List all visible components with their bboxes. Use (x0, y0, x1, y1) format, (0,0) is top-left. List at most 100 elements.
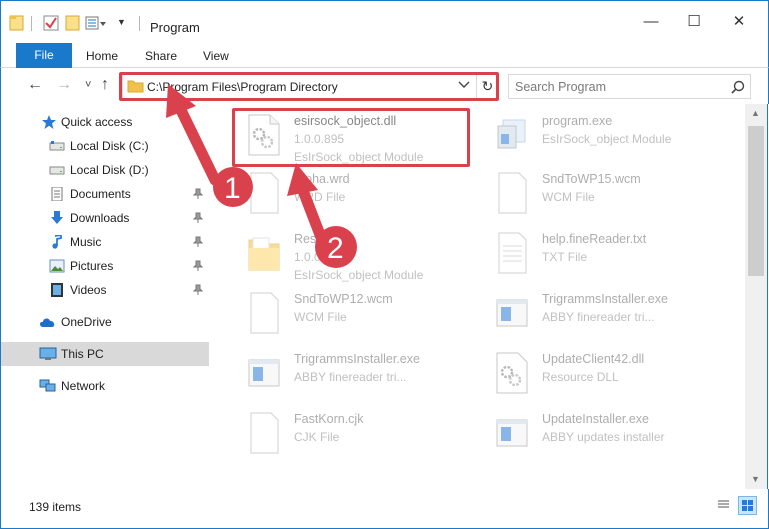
file-name: TrigrammsInstaller.exe (294, 352, 420, 366)
quick-access-separator (31, 16, 32, 31)
file-item-trigrammsinstaller-exe-2[interactable]: TrigrammsInstaller.exe ABBY finereader t… (227, 348, 477, 400)
maximize-button[interactable]: ☐ (684, 14, 704, 31)
file-item-sndtowp15-wcm[interactable]: SndToWP15.wcm WCM File (475, 168, 725, 220)
folder-icon[interactable] (9, 15, 25, 31)
file-description: Resource DLL (542, 370, 619, 384)
sidebar-item-videos[interactable]: Videos (1, 278, 209, 302)
file-item-program-exe[interactable]: program.exe EsIrSock_object Module (475, 110, 725, 162)
file-description: ABBY finereader tri... (542, 310, 655, 324)
sidebar-item-label: Documents (70, 187, 131, 201)
text-file-icon (498, 232, 527, 274)
search-input[interactable] (515, 79, 725, 95)
scroll-down-icon[interactable]: ▼ (751, 474, 760, 484)
file-description: EsIrSock_object Module (542, 132, 672, 146)
file-type: WRD File (294, 190, 346, 204)
file-name: UpdateInstaller.exe (542, 412, 650, 426)
file-name: program.exe (542, 114, 613, 128)
sidebar-item-label: Videos (70, 283, 107, 297)
installer-icon (496, 299, 528, 327)
details-view-icon (718, 500, 729, 508)
sidebar-item-label: OneDrive (61, 315, 112, 329)
new-folder-icon[interactable] (65, 15, 81, 31)
star-icon (42, 115, 56, 129)
title-separator (139, 16, 140, 31)
sidebar-item-label: Music (70, 235, 102, 249)
minimize-button[interactable]: — (641, 14, 661, 31)
file-type: TXT File (542, 250, 588, 264)
file-highlight-box (232, 108, 470, 167)
item-count: 139 items (29, 500, 82, 514)
vertical-scrollbar[interactable]: ▲ ▼ (745, 104, 768, 489)
tiles-view-icon (742, 500, 753, 511)
pin-icon[interactable] (193, 212, 203, 224)
scroll-thumb[interactable] (748, 126, 764, 276)
close-button[interactable]: ✕ (729, 14, 749, 31)
status-bar: 139 items (0, 489, 769, 529)
tab-home[interactable]: Home (86, 49, 118, 63)
file-name: SndToWP15.wcm (542, 172, 641, 186)
documents-icon (51, 187, 63, 201)
back-button[interactable]: ← (27, 76, 43, 94)
file-name: Resource (294, 232, 348, 246)
blank-file-icon (250, 172, 279, 214)
sidebar-item-label: Network (61, 379, 106, 393)
sidebar-item-label: Local Disk (C:) (70, 139, 149, 153)
sidebar-item-label: Downloads (70, 211, 130, 225)
sidebar-item-this-pc[interactable]: This PC (1, 342, 209, 366)
window-title: Program (150, 20, 200, 35)
file-item-resource[interactable]: Resource 1.0.0.895 EsIrSock_object Modul… (227, 228, 477, 282)
pictures-icon (49, 259, 65, 273)
file-name: FastKorn.cjk (294, 412, 364, 426)
properties-check-icon[interactable] (43, 15, 59, 31)
pin-icon[interactable] (193, 260, 203, 272)
search-box[interactable] (508, 74, 751, 99)
pin-icon[interactable] (193, 284, 203, 296)
exe-icon (497, 119, 526, 149)
tab-view[interactable]: View (203, 49, 229, 63)
sidebar-item-local-disk-d[interactable]: Local Disk (D:) (1, 158, 209, 182)
file-item-sndtowp12-wcm[interactable]: SndToWP12.wcm WCM File (227, 288, 477, 340)
file-item-updateclient42-dll[interactable]: UpdateClient42.dll Resource DLL (475, 348, 725, 400)
rename-icon[interactable] (85, 15, 107, 31)
search-icon[interactable] (731, 80, 745, 94)
pin-icon[interactable] (193, 236, 203, 248)
forward-button[interactable]: → (56, 76, 72, 94)
sidebar-item-pictures[interactable]: Pictures (1, 254, 209, 278)
file-type: CJK File (294, 430, 340, 444)
details-view-button[interactable] (715, 496, 734, 515)
folder-icon (248, 237, 280, 271)
pin-icon[interactable] (193, 188, 203, 200)
scroll-up-icon[interactable]: ▲ (751, 108, 760, 118)
sidebar-item-onedrive[interactable]: OneDrive (1, 310, 209, 334)
drive-icon (49, 166, 65, 175)
file-item-help-finereader-txt[interactable]: help.fineReader.txt TXT File (475, 228, 725, 280)
computer-icon (39, 347, 57, 360)
recent-locations-button[interactable]: ˅ (85, 79, 91, 91)
sidebar-item-downloads[interactable]: Downloads (1, 206, 209, 230)
pin-icon[interactable] (193, 140, 203, 152)
sidebar-item-documents[interactable]: Documents (1, 182, 209, 206)
up-button[interactable]: ↑ (101, 76, 109, 94)
file-item-trigrammsinstaller-exe[interactable]: TrigrammsInstaller.exe ABBY finereader t… (475, 288, 725, 340)
drive-icon (49, 141, 65, 151)
tab-file[interactable]: File (16, 43, 72, 68)
music-icon (52, 235, 62, 249)
file-item-alpha-wrd[interactable]: Alpha.wrd WRD File (227, 168, 477, 220)
tiles-view-button[interactable] (738, 496, 757, 515)
tab-share[interactable]: Share (145, 49, 177, 63)
sidebar-item-local-disk-c[interactable]: Local Disk (C:) (1, 134, 209, 158)
cloud-icon (40, 318, 55, 327)
sidebar-item-music[interactable]: Music (1, 230, 209, 254)
file-name: Alpha.wrd (294, 172, 350, 186)
file-item-updateinstaller-exe[interactable]: UpdateInstaller.exe ABBY updates install… (475, 408, 725, 460)
sidebar-item-quick-access[interactable]: Quick access (1, 110, 209, 134)
sidebar-item-label: This PC (61, 347, 104, 361)
file-version: 1.0.0.895 (294, 250, 345, 264)
ribbon: File Home Share View (0, 40, 769, 68)
blank-file-icon (250, 412, 279, 454)
customize-toolbar-chevron-icon[interactable]: ▼ (117, 17, 126, 33)
sidebar-item-network[interactable]: Network (1, 374, 209, 398)
file-item-fastkorn-cjk[interactable]: FastKorn.cjk CJK File (227, 408, 477, 460)
network-icon (39, 379, 56, 392)
sidebar-item-label: Local Disk (D:) (70, 163, 149, 177)
